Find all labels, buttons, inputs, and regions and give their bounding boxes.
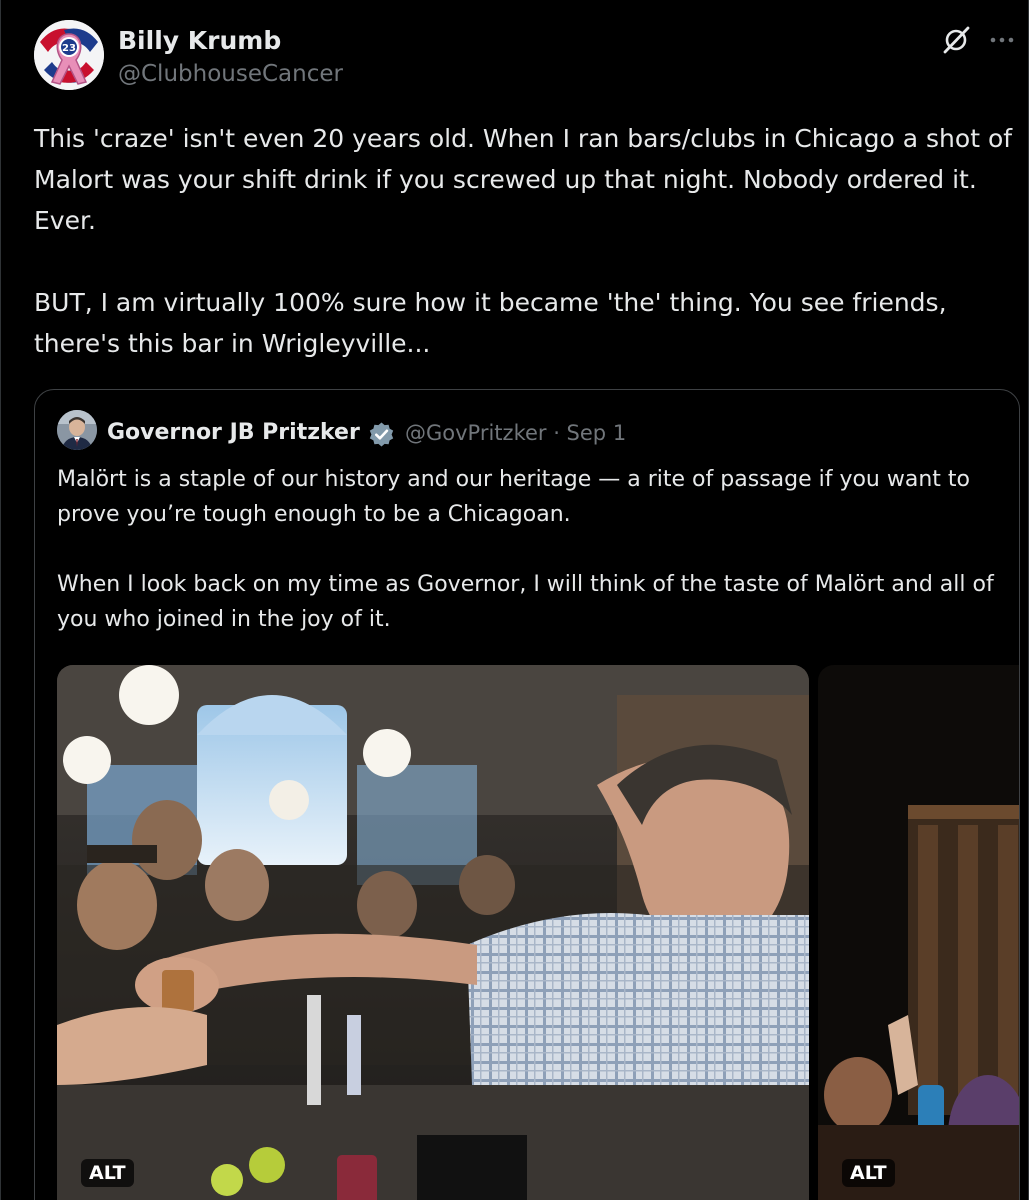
- quoted-post[interactable]: Governor JB Pritzker @GovPritzker · Sep …: [34, 389, 1020, 1200]
- grok-icon[interactable]: [941, 25, 971, 55]
- quoted-media-photo-2[interactable]: ALT: [818, 665, 1019, 1200]
- svg-text:23: 23: [62, 43, 76, 54]
- verified-badge-icon: [368, 421, 395, 448]
- bar-photo: [57, 665, 809, 1200]
- alt-text-badge[interactable]: ALT: [842, 1159, 895, 1187]
- post-text: This 'craze' isn't even 20 years old. Wh…: [34, 124, 1013, 358]
- alt-text-badge[interactable]: ALT: [81, 1159, 134, 1187]
- quoted-author-name[interactable]: Governor JB Pritzker: [107, 420, 360, 445]
- ribbon-logo-icon: 23: [34, 20, 104, 90]
- author-name[interactable]: Billy Krumb: [118, 26, 281, 55]
- author-handle[interactable]: @ClubhouseCancer: [118, 61, 343, 87]
- more-icon[interactable]: [987, 26, 1017, 56]
- quoted-author-avatar[interactable]: [57, 410, 97, 450]
- governor-photo: [57, 410, 97, 450]
- post-container: 23 Billy Krumb @ClubhouseCancer This 'cr…: [0, 0, 1029, 1200]
- quoted-post-text: Malört is a staple of our history and ou…: [57, 467, 994, 632]
- crowd-photo: [818, 665, 1019, 1200]
- quoted-media-photo-1[interactable]: ALT: [57, 665, 809, 1200]
- author-avatar[interactable]: 23: [34, 20, 104, 90]
- quoted-handle-date[interactable]: @GovPritzker · Sep 1: [405, 421, 626, 445]
